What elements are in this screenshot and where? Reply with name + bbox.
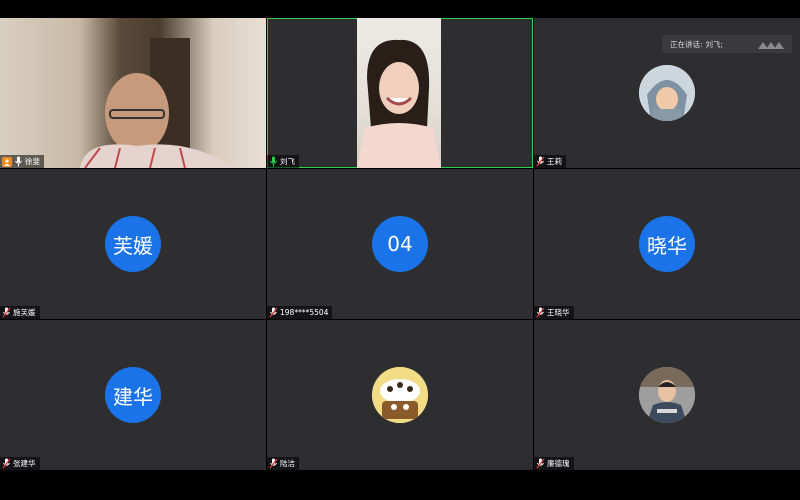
- participant-avatar-initials: 芙媛: [105, 216, 161, 272]
- name-tag: 刘飞: [267, 155, 299, 168]
- participant-tile-liandegui[interactable]: 廉德瑰: [534, 320, 800, 470]
- host-icon: [2, 156, 12, 167]
- participant-name: 徐斐: [25, 157, 40, 166]
- participant-name: 198****5504: [280, 308, 329, 317]
- video-feed: [357, 18, 441, 168]
- participant-avatar-initials: 晓华: [639, 216, 695, 272]
- name-tag: 陆洁: [267, 457, 299, 470]
- speaking-name: 刘飞;: [705, 39, 724, 49]
- video-grid: 徐斐 刘飞 王莉 正在讲话: 刘飞; 芙媛 施芙媛 04 198****5504…: [0, 18, 800, 470]
- participant-avatar-image: [639, 65, 695, 121]
- participant-tile-wangxiaohua[interactable]: 晓华 王晓华: [534, 169, 800, 319]
- name-tag: 198****5504: [267, 306, 333, 319]
- participant-avatar-image: [372, 367, 428, 423]
- microphone-muted-icon: [536, 156, 545, 167]
- participant-tile-shifuyuan[interactable]: 芙媛 施芙媛: [0, 169, 266, 319]
- microphone-muted-icon: [2, 458, 11, 469]
- name-tag: 徐斐: [0, 155, 44, 168]
- name-tag: 施芙媛: [0, 306, 40, 319]
- microphone-muted-icon: [269, 458, 278, 469]
- participant-avatar-image: [639, 367, 695, 423]
- participant-tile-xufei[interactable]: 徐斐: [0, 18, 266, 168]
- microphone-muted-icon: [2, 307, 11, 318]
- name-tag: 王晓华: [534, 306, 574, 319]
- participant-avatar-initials: 建华: [105, 367, 161, 423]
- participant-name: 施芙媛: [13, 308, 36, 317]
- speaking-label: 正在讲话:: [670, 39, 703, 49]
- participant-name: 刘飞: [280, 157, 295, 166]
- name-tag: 廉德瑰: [534, 457, 574, 470]
- participant-tile-liufei[interactable]: 刘飞: [267, 18, 533, 168]
- microphone-active-icon: [270, 156, 277, 167]
- microphone-muted-icon: [269, 307, 278, 318]
- participant-name: 王莉: [547, 157, 562, 166]
- speaking-indicator: 正在讲话: 刘飞;: [662, 35, 792, 53]
- participant-name: 陆洁: [280, 459, 295, 468]
- microphone-icon: [15, 156, 22, 167]
- participant-tile-wangli[interactable]: 王莉 正在讲话: 刘飞;: [534, 18, 800, 168]
- signal-icon: [758, 42, 784, 49]
- participant-tile-zhangjianhua[interactable]: 建华 张建华: [0, 320, 266, 470]
- participant-name: 王晓华: [547, 308, 570, 317]
- name-tag: 王莉: [534, 155, 566, 168]
- participant-name: 张建华: [13, 459, 36, 468]
- microphone-muted-icon: [536, 307, 545, 318]
- participant-name: 廉德瑰: [547, 459, 570, 468]
- participant-tile-phone[interactable]: 04 198****5504: [267, 169, 533, 319]
- name-tag: 张建华: [0, 457, 40, 470]
- participant-tile-lujie[interactable]: 陆洁: [267, 320, 533, 470]
- participant-avatar-initials: 04: [372, 216, 428, 272]
- microphone-muted-icon: [536, 458, 545, 469]
- video-feed: [0, 18, 266, 168]
